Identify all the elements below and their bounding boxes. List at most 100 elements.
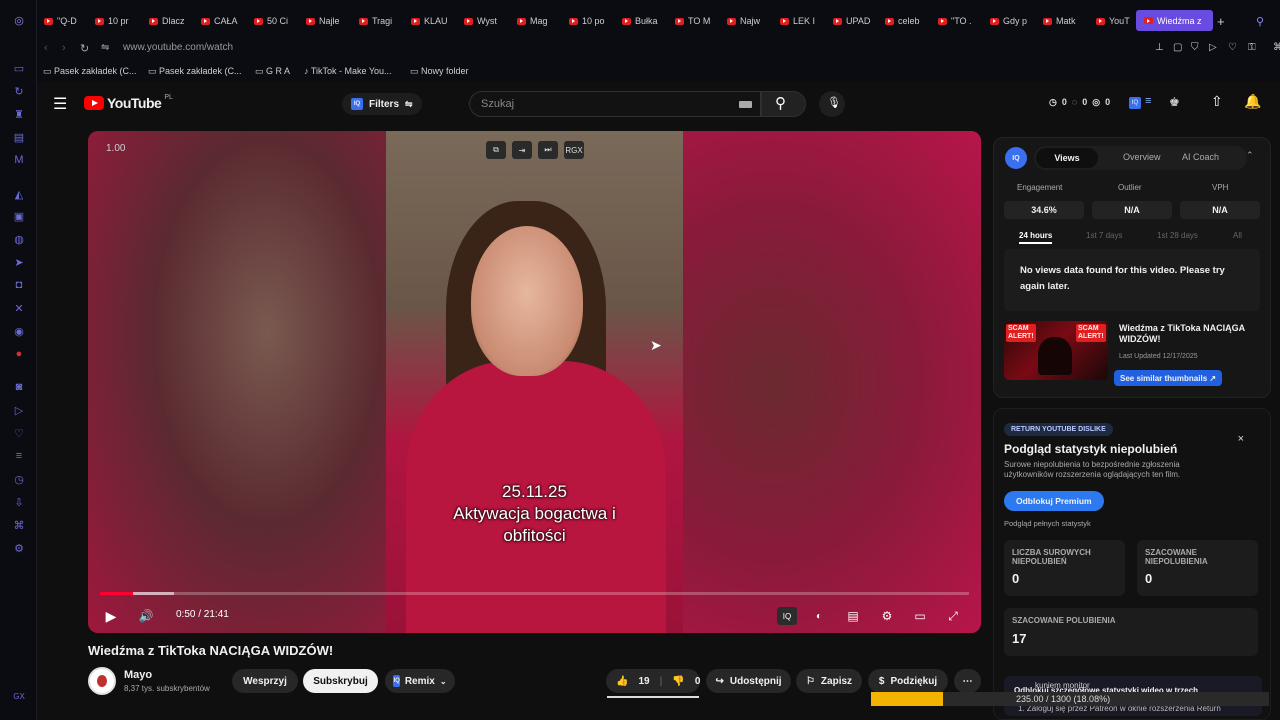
thanks-button[interactable]: $ Podziękuj bbox=[868, 669, 948, 693]
voice-search-button[interactable]: 🎙 bbox=[819, 91, 845, 117]
forward-icon[interactable]: › bbox=[62, 42, 66, 54]
tab[interactable]: Mag bbox=[517, 12, 559, 30]
sidebar-heart-icon[interactable]: ♡ bbox=[11, 425, 27, 441]
playback-speed[interactable]: 1.00 bbox=[106, 143, 125, 154]
shield-icon[interactable]: ⛉ bbox=[1191, 42, 1199, 53]
bookmark-folder[interactable]: ▭ Pasek zakładek (C... bbox=[148, 66, 242, 77]
browser-logo-icon[interactable]: ◎ bbox=[11, 12, 27, 28]
preview-stats-link[interactable]: Podgląd pełnych statystyk bbox=[1004, 519, 1091, 528]
join-button[interactable]: Wesprzyj bbox=[232, 669, 298, 693]
extensions-icon[interactable]: ⌘ bbox=[1273, 42, 1280, 53]
tab[interactable]: LEK I bbox=[780, 12, 822, 30]
tab[interactable]: CAŁA bbox=[201, 12, 243, 30]
tab[interactable]: KLAU bbox=[411, 12, 453, 30]
tab[interactable]: Matk bbox=[1043, 12, 1085, 30]
filters-button[interactable]: IQ Filters ⇋ bbox=[342, 93, 422, 115]
sidebar-extension-icon[interactable]: ● bbox=[11, 346, 27, 362]
share-button[interactable]: ↪ Udostępnij bbox=[706, 669, 791, 693]
youtube-logo[interactable]: YouTube PL bbox=[84, 94, 173, 111]
more-actions-icon[interactable]: ⋯ bbox=[954, 669, 981, 693]
sidebar-sync-icon[interactable]: ↻ bbox=[11, 83, 27, 99]
theater-mode-icon[interactable]: ▭ bbox=[910, 607, 930, 625]
sidebar-twitch-icon[interactable]: ▣ bbox=[11, 208, 27, 224]
sidebar-telegram-icon[interactable]: ➤ bbox=[11, 254, 27, 270]
list-icon[interactable]: ≡ bbox=[1145, 95, 1151, 107]
skip-icon[interactable]: ⇥ bbox=[512, 141, 532, 159]
volume-icon[interactable]: 🔊 bbox=[136, 607, 156, 625]
tab[interactable]: Bułka bbox=[622, 12, 664, 30]
tab[interactable]: celeb bbox=[885, 12, 927, 30]
iq-extension-icon[interactable]: IQ bbox=[1129, 97, 1141, 109]
tab[interactable]: Gdy p bbox=[990, 12, 1032, 30]
tab[interactable]: 10 po bbox=[569, 12, 611, 30]
url-field[interactable]: www.youtube.com/watch bbox=[123, 42, 233, 53]
similar-thumbnails-button[interactable]: See similar thumbnails ↗ bbox=[1114, 370, 1223, 386]
subtitles-icon[interactable]: ▤ bbox=[843, 607, 863, 625]
back-icon[interactable]: ‹ bbox=[44, 42, 48, 54]
reload-icon[interactable]: ↻ bbox=[80, 42, 89, 55]
remix-button[interactable]: IQ Remix ⌄ bbox=[385, 669, 455, 693]
bookmark-tiktok[interactable]: ♪ TikTok - Make You... bbox=[304, 66, 392, 76]
bookmark-heart-icon[interactable]: ♡ bbox=[1228, 42, 1237, 53]
upload-icon[interactable]: ⇧ bbox=[1211, 93, 1223, 110]
subscribe-button[interactable]: Subskrybuj bbox=[303, 669, 378, 693]
tab[interactable]: UPAD bbox=[833, 12, 875, 30]
iq-player-icon[interactable]: IQ bbox=[777, 607, 797, 625]
range-7d[interactable]: 1st 7 days bbox=[1086, 231, 1122, 240]
sidebar-x-icon[interactable]: ✕ bbox=[11, 300, 27, 316]
fullscreen-icon[interactable]: ⤢ bbox=[943, 607, 963, 625]
tab[interactable]: Dlacz bbox=[149, 12, 191, 30]
tab[interactable]: YouT bbox=[1096, 12, 1136, 30]
play-extension-icon[interactable]: ▷ bbox=[1209, 42, 1217, 53]
tab-ai-coach[interactable]: AI Coach bbox=[1182, 152, 1219, 162]
tab[interactable]: Tragi bbox=[359, 12, 401, 30]
sidebar-downloads-icon[interactable]: ⇩ bbox=[11, 494, 27, 510]
tab-active[interactable]: Wiedźma z bbox=[1136, 10, 1213, 31]
vpn-icon[interactable]: ⚿ bbox=[1248, 42, 1256, 53]
range-all[interactable]: All bbox=[1233, 231, 1242, 240]
sidebar-layers-icon[interactable]: ≡ bbox=[11, 448, 27, 464]
sidebar-music-icon[interactable]: ◙ bbox=[11, 379, 27, 395]
next-icon[interactable]: ⏭ bbox=[538, 141, 558, 159]
play-icon[interactable]: ▶ bbox=[101, 607, 121, 625]
range-28d[interactable]: 1st 28 days bbox=[1157, 231, 1198, 240]
save-button[interactable]: ⚐ Zapisz bbox=[796, 669, 862, 693]
tab[interactable]: 10 pr bbox=[95, 12, 137, 30]
sidebar-gx-icon[interactable]: GX bbox=[11, 688, 27, 704]
sidebar-games-icon[interactable]: ♜ bbox=[11, 106, 27, 122]
screenshot-icon[interactable]: ▢ bbox=[1173, 42, 1182, 53]
bookmark-folder[interactable]: ▭ Nowy folder bbox=[410, 66, 469, 77]
sidebar-settings-icon[interactable]: ⚙ bbox=[11, 540, 27, 556]
sidebar-notes-icon[interactable]: ▤ bbox=[11, 129, 27, 145]
channel-name[interactable]: Mayo bbox=[124, 669, 152, 681]
tab[interactable]: "TO . bbox=[938, 12, 980, 30]
thumbnail-preview[interactable]: SCAM ALERT! SCAM ALERT! bbox=[1004, 321, 1108, 380]
channel-avatar[interactable] bbox=[88, 667, 116, 695]
search-button[interactable]: ⚲ bbox=[761, 91, 806, 117]
sidebar-instagram-icon[interactable]: ◘ bbox=[11, 277, 27, 293]
sidebar-messenger-icon[interactable]: ◍ bbox=[11, 231, 27, 247]
tab[interactable]: 50 Ci bbox=[254, 12, 296, 30]
new-tab-button[interactable]: + bbox=[1217, 12, 1231, 30]
tab[interactable]: Wyst bbox=[464, 12, 506, 30]
pip-icon[interactable]: ⧉ bbox=[486, 141, 506, 159]
tab[interactable]: TO M bbox=[675, 12, 717, 30]
tab-overview[interactable]: Overview bbox=[1123, 152, 1161, 162]
tab[interactable]: "Q-D bbox=[44, 12, 82, 30]
menu-icon[interactable]: ☰ bbox=[53, 94, 67, 114]
tab-views[interactable]: Views bbox=[1036, 148, 1098, 168]
site-info-icon[interactable]: ⇋ bbox=[101, 42, 109, 53]
bookmark-folder[interactable]: ▭ G R A bbox=[255, 66, 290, 77]
trophy-icon[interactable]: ♚ bbox=[1169, 95, 1180, 109]
tab-search-icon[interactable]: ⚲ bbox=[1256, 12, 1270, 30]
search-input[interactable]: Szukaj bbox=[469, 91, 761, 117]
video-player[interactable]: 25.11.25 Aktywacja bogactwa i obfitości … bbox=[88, 131, 981, 633]
range-24h[interactable]: 24 hours bbox=[1019, 231, 1053, 244]
tab[interactable]: Najw bbox=[727, 12, 769, 30]
close-icon[interactable]: × bbox=[1238, 433, 1244, 445]
sidebar-history-icon[interactable]: ◷ bbox=[11, 471, 27, 487]
keyboard-icon[interactable] bbox=[739, 101, 752, 108]
sidebar-discord-icon[interactable]: ◉ bbox=[11, 323, 27, 339]
sidebar-mail-icon[interactable]: M bbox=[11, 152, 27, 168]
pin-icon[interactable]: ⊥ bbox=[1155, 42, 1164, 53]
